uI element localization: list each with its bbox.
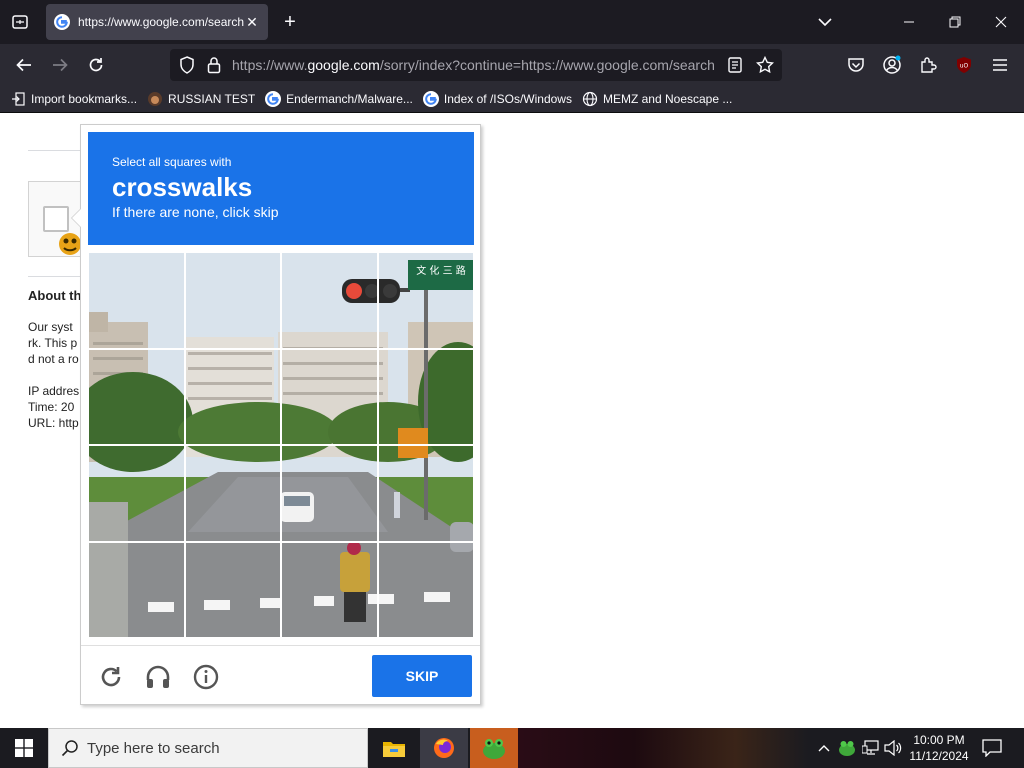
tile[interactable]: [377, 348, 474, 445]
forward-arrow-icon[interactable]: [46, 51, 74, 79]
tab-title: https://www.google.com/search: [78, 15, 244, 29]
tile[interactable]: [184, 541, 281, 638]
url-text: URL: http: [28, 416, 79, 430]
body-text: rk. This p: [28, 336, 78, 350]
body-text: Our syst: [28, 320, 73, 334]
about-heading: About th: [28, 288, 82, 303]
tile[interactable]: [184, 348, 281, 445]
tile[interactable]: [281, 348, 378, 445]
reload-icon[interactable]: [82, 51, 110, 79]
svg-text:uO: uO: [960, 63, 969, 70]
green-frog-tray-icon[interactable]: [837, 738, 857, 758]
bookmarks-toolbar: Import bookmarks... RUSSIAN TEST Enderma…: [0, 86, 1024, 113]
tile-grid: [88, 252, 474, 638]
firefox-icon[interactable]: [420, 728, 468, 768]
windows-taskbar: Type here to search 10:00 PM 11/12/2024: [0, 728, 1024, 768]
search-icon: [61, 740, 78, 757]
lock-icon[interactable]: [205, 56, 223, 74]
tile[interactable]: [281, 445, 378, 542]
tile[interactable]: [88, 348, 185, 445]
tile[interactable]: [88, 541, 185, 638]
tile[interactable]: [281, 252, 378, 349]
reload-challenge-icon[interactable]: [97, 663, 125, 691]
notification-icon[interactable]: [980, 736, 1004, 760]
tile[interactable]: [377, 445, 474, 542]
reader-view-icon[interactable]: [726, 56, 744, 74]
ublock-origin-icon[interactable]: uO: [950, 51, 978, 79]
url-bar[interactable]: https://www.google.com/sorry/index?conti…: [170, 49, 782, 81]
challenge-footer: SKIP: [81, 645, 480, 704]
clock-time: 10:00 PM: [913, 733, 965, 747]
tile[interactable]: [281, 541, 378, 638]
body-text: d not a ro: [28, 352, 79, 366]
tab-close-icon[interactable]: ✕: [244, 14, 260, 31]
bookmark-isos[interactable]: Index of /ISOs/Windows: [422, 91, 572, 107]
bookmark-memz[interactable]: MEMZ and Noescape ...: [582, 91, 732, 107]
minimize-icon[interactable]: [886, 0, 932, 44]
info-icon[interactable]: [192, 663, 220, 691]
skip-button[interactable]: SKIP: [372, 655, 472, 697]
google-favicon-icon: [422, 91, 439, 107]
taskbar-search[interactable]: Type here to search: [48, 728, 368, 768]
tile[interactable]: [184, 252, 281, 349]
divider: [28, 276, 88, 277]
globe-icon: [582, 91, 598, 107]
challenge-hint: If there are none, click skip: [112, 204, 279, 220]
bookmark-russian-test[interactable]: RUSSIAN TEST: [147, 91, 255, 107]
network-icon[interactable]: [861, 738, 881, 758]
google-favicon-icon: [265, 91, 282, 107]
recaptcha-challenge: Select all squares with crosswalks If th…: [71, 124, 481, 705]
account-icon[interactable]: [878, 51, 906, 79]
bookmark-endermanch[interactable]: Endermanch/Malware...: [265, 91, 413, 107]
tile[interactable]: [377, 252, 474, 349]
bookmark-star-icon[interactable]: [756, 56, 774, 74]
import-icon: [10, 91, 26, 107]
hamburger-menu-icon[interactable]: [986, 51, 1014, 79]
clock-date: 11/12/2024: [909, 749, 969, 763]
shield-icon[interactable]: [178, 56, 196, 74]
tile[interactable]: [184, 445, 281, 542]
russian-test-favicon-icon: [147, 91, 163, 107]
chevron-down-icon[interactable]: [812, 10, 838, 34]
divider: [28, 150, 88, 151]
challenge-target: crosswalks: [112, 172, 253, 202]
restore-icon[interactable]: [932, 0, 978, 44]
back-arrow-icon[interactable]: [10, 51, 38, 79]
challenge-instruction: Select all squares with: [112, 155, 232, 169]
tab-bar: https://www.google.com/search ✕ +: [0, 0, 1024, 44]
volume-icon[interactable]: [883, 738, 903, 758]
extensions-icon[interactable]: [914, 51, 942, 79]
tile[interactable]: [88, 445, 185, 542]
url-text[interactable]: https://www.google.com/sorry/index?conti…: [232, 57, 718, 73]
bookmark-import[interactable]: Import bookmarks...: [10, 91, 137, 107]
green-frog-app-icon[interactable]: [470, 728, 518, 768]
captcha-image-grid: 文 化 三 路: [88, 252, 474, 638]
chevron-up-icon[interactable]: [814, 738, 834, 758]
audio-challenge-icon[interactable]: [144, 663, 172, 691]
google-favicon-icon: [54, 14, 70, 30]
tab-list-icon[interactable]: [0, 0, 40, 44]
nav-toolbar: https://www.google.com/sorry/index?conti…: [0, 44, 1024, 86]
time-text: Time: 20: [28, 400, 75, 414]
search-placeholder: Type here to search: [87, 739, 220, 757]
windows-start-icon[interactable]: [0, 728, 48, 768]
file-explorer-icon[interactable]: [370, 728, 418, 768]
tile[interactable]: [377, 541, 474, 638]
ip-address-text: IP addres: [28, 384, 80, 398]
taskbar-wallpaper-area: [518, 728, 808, 768]
tile[interactable]: [88, 252, 185, 349]
close-window-icon[interactable]: [978, 0, 1024, 44]
new-tab-button[interactable]: +: [276, 8, 304, 36]
challenge-header: Select all squares with crosswalks If th…: [88, 132, 474, 245]
taskbar-clock[interactable]: 10:00 PM 11/12/2024: [906, 732, 972, 764]
tab-google[interactable]: https://www.google.com/search ✕: [46, 4, 268, 40]
pocket-icon[interactable]: [842, 51, 870, 79]
